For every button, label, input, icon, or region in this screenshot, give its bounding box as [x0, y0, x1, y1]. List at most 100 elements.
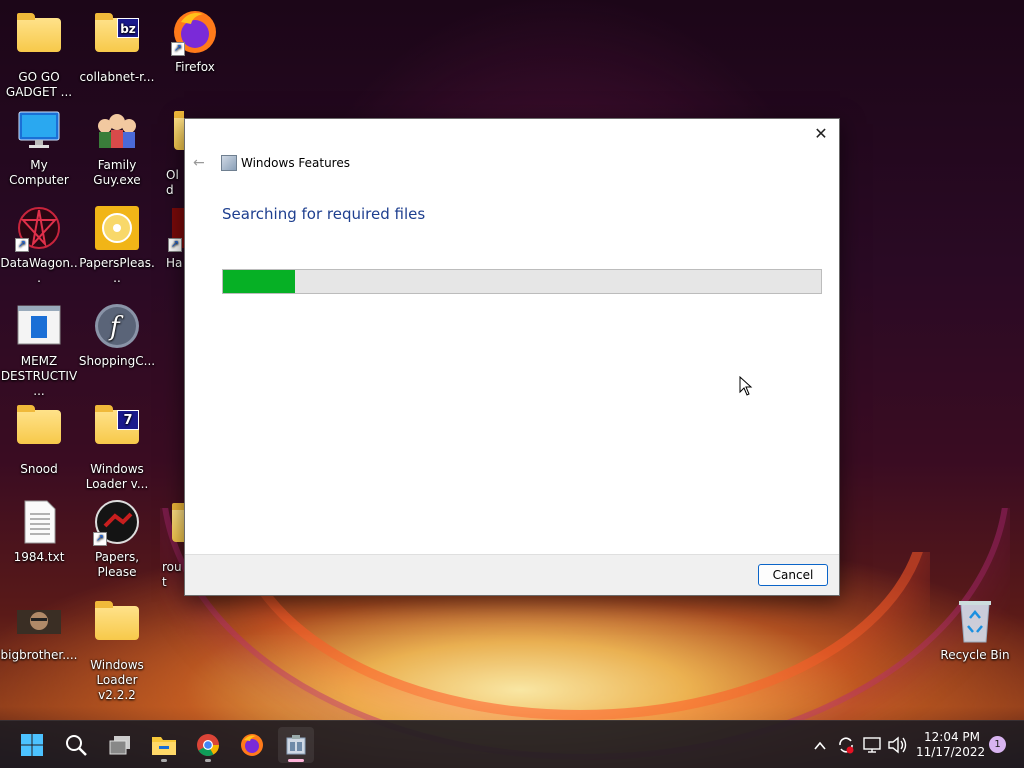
- folder-icon: [15, 405, 63, 458]
- back-arrow-icon: ←: [193, 155, 205, 171]
- desktop-icon-firefox[interactable]: ↗ Firefox: [156, 8, 234, 75]
- desktop-icon-label: collabnet-r...: [79, 70, 155, 84]
- progress-fill: [223, 270, 295, 293]
- clock-time: 12:04 PM: [924, 730, 980, 744]
- desktop-icon-label: Old: [166, 168, 179, 197]
- file-explorer-icon: [152, 737, 176, 755]
- desktop-icon-label: Snood: [20, 462, 58, 476]
- desktop-icon-shoppingc[interactable]: f ShoppingC...: [78, 302, 156, 369]
- 7z-badge: 7: [117, 410, 139, 430]
- desktop-icon-recycle-bin[interactable]: Recycle Bin: [936, 596, 1014, 663]
- windows-features-icon: [286, 735, 306, 755]
- image-icon: [15, 596, 63, 644]
- desktop-icon-label: Papers, Please: [94, 550, 140, 579]
- desktop-icon-label: 1984.txt: [13, 550, 65, 564]
- desktop-icon-1984-txt[interactable]: 1984.txt: [0, 498, 78, 565]
- bz-badge: bz: [117, 18, 139, 38]
- start-button[interactable]: [14, 727, 50, 763]
- taskbar: 12:04 PM 11/17/2022 1: [0, 720, 1024, 768]
- file-explorer-button[interactable]: [146, 727, 182, 763]
- status-heading: Searching for required files: [222, 205, 426, 223]
- desktop-icon-windows-loader-folder[interactable]: Windows Loader v2.2.2: [78, 596, 156, 703]
- desktop-icon-label: GO GO GADGET ...: [5, 70, 73, 99]
- flash-icon: f: [93, 302, 141, 350]
- folder-icon: [172, 111, 184, 164]
- app-icon: ↗: [168, 204, 184, 252]
- folder-icon: [170, 503, 184, 556]
- clock[interactable]: 12:04 PM 11/17/2022: [916, 730, 985, 760]
- notification-badge[interactable]: 1: [989, 736, 1006, 753]
- desktop-icon-label: rout: [162, 560, 182, 589]
- task-view-icon: [109, 736, 130, 755]
- desktop-icon-label: ShoppingC...: [78, 354, 156, 368]
- desktop-icon-collabnet[interactable]: bz collabnet-r...: [78, 8, 156, 85]
- datawagon-icon: ↗: [15, 204, 63, 252]
- show-hidden-icons-button[interactable]: [812, 721, 828, 768]
- desktop-icon-snood[interactable]: Snood: [0, 400, 78, 477]
- desktop-icon-memz[interactable]: MEMZ DESTRUCTIV...: [0, 302, 78, 399]
- family-guy-icon: [93, 106, 141, 154]
- desktop-icon-label: MEMZ DESTRUCTIV...: [0, 354, 78, 398]
- desktop-icon-bigbrother[interactable]: bigbrother....: [0, 596, 78, 663]
- papers-please-icon: ↗: [93, 498, 141, 546]
- desktop-icon-label: Family Guy.exe: [93, 158, 141, 187]
- speaker-icon: [888, 736, 907, 754]
- progress-bar: [222, 269, 822, 294]
- update-tray-button[interactable]: [836, 721, 856, 768]
- desktop-icon-label: Windows Loader v2.2.2: [90, 658, 144, 702]
- desktop-icon-rout[interactable]: rout: [156, 498, 184, 590]
- running-indicator: [205, 759, 211, 762]
- recycle-bin-icon: [951, 596, 999, 644]
- memz-icon: [15, 302, 63, 350]
- desktop-icon-label: Windows Loader v...: [85, 462, 149, 491]
- windows-features-taskbar-button[interactable]: [278, 727, 314, 763]
- dialog-footer: Cancel: [185, 554, 839, 595]
- desktop-icon-my-computer[interactable]: My Computer: [0, 106, 78, 188]
- windows-features-icon: [221, 155, 237, 171]
- shortcut-arrow-icon: ↗: [15, 238, 29, 252]
- desktop-icon-label: Firefox: [175, 60, 215, 74]
- desktop-icon-label: bigbrother....: [0, 648, 78, 662]
- close-button[interactable]: ✕: [807, 123, 835, 145]
- firefox-taskbar-button[interactable]: [234, 727, 270, 763]
- desktop-icon-ha[interactable]: ↗ Ha: [156, 204, 184, 271]
- desktop-icon-papers-please[interactable]: ↗ Papers, Please: [78, 498, 156, 580]
- firefox-icon: [241, 734, 263, 756]
- cancel-button[interactable]: Cancel: [758, 564, 828, 586]
- desktop-icon-label: DataWagon...: [0, 256, 78, 285]
- chrome-icon: [197, 734, 219, 756]
- monitor-icon: [15, 106, 63, 154]
- chrome-button[interactable]: [190, 727, 226, 763]
- shortcut-arrow-icon: ↗: [93, 532, 107, 546]
- shortcut-arrow-icon: ↗: [168, 238, 182, 252]
- taskbar-search-button[interactable]: [58, 727, 94, 763]
- zip-folder-icon: 7: [93, 405, 141, 458]
- desktop-icon-old[interactable]: Old: [156, 106, 184, 198]
- desktop-icon-family-guy[interactable]: Family Guy.exe: [78, 106, 156, 188]
- start-icon: [21, 734, 43, 756]
- desktop-icon-go-go-gadget[interactable]: GO GO GADGET ...: [0, 8, 78, 100]
- desktop-icon-windows-loader-zip[interactable]: 7 Windows Loader v...: [78, 400, 156, 492]
- desktop-icon-label: Ha: [166, 256, 183, 270]
- windows-features-dialog: ✕ ← Windows Features Searching for requi…: [184, 118, 840, 596]
- desktop-icon-label: PapersPleas...: [79, 256, 155, 285]
- dialog-title: Windows Features: [241, 156, 350, 170]
- mouse-cursor-icon: [739, 376, 753, 396]
- active-indicator: [288, 759, 304, 762]
- desktop-icon-label: My Computer: [9, 158, 69, 187]
- desktop-icon-datawagon[interactable]: ↗ DataWagon...: [0, 204, 78, 286]
- desktop-icon-papersplease-disc[interactable]: PapersPleas...: [78, 204, 156, 286]
- chevron-up-icon: [814, 741, 826, 750]
- volume-tray-button[interactable]: [886, 721, 908, 768]
- search-icon: [66, 735, 87, 756]
- folder-icon: [15, 13, 63, 66]
- folder-icon: [93, 601, 141, 654]
- sync-alert-icon: [839, 737, 854, 754]
- text-file-icon: [15, 498, 63, 546]
- disc-icon: [93, 204, 141, 252]
- firefox-icon: ↗: [171, 8, 219, 56]
- running-indicator: [161, 759, 167, 762]
- zip-folder-icon: bz: [93, 13, 141, 66]
- network-tray-button[interactable]: [862, 721, 882, 768]
- task-view-button[interactable]: [102, 727, 138, 763]
